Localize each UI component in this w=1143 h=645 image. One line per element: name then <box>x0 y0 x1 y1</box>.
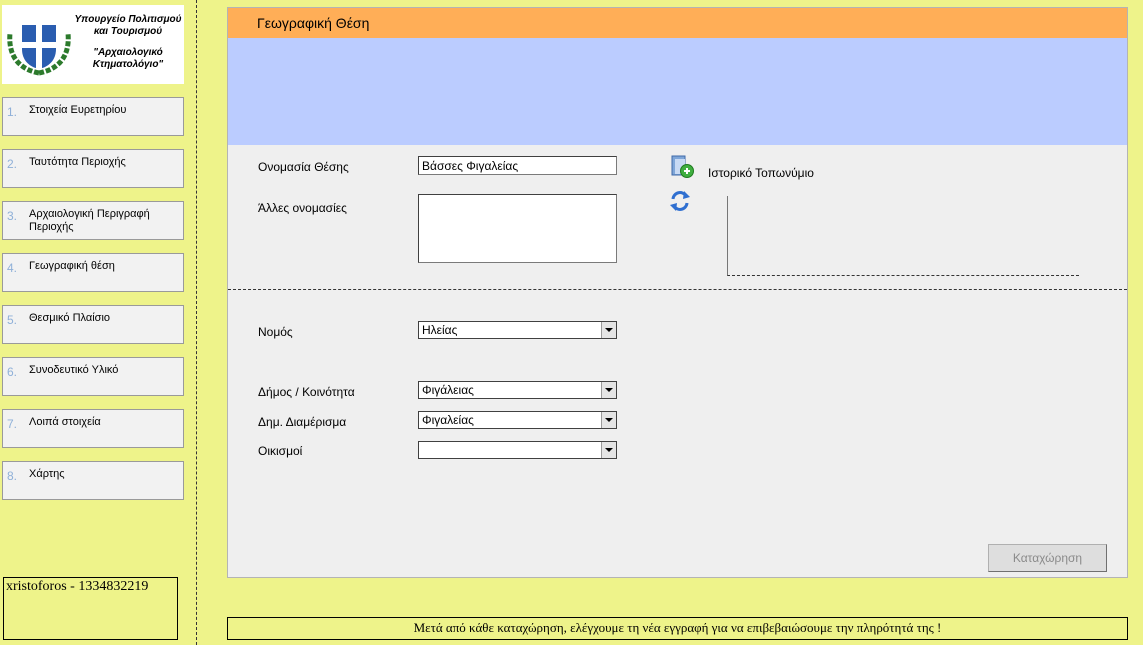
dropdown-arrow-icon[interactable] <box>601 382 616 398</box>
sidebar-item-number: 2. <box>7 157 18 171</box>
sidebar-item-label: Θεσμικό Πλαίσιο <box>29 312 111 324</box>
nomos-select-value: Ηλείας <box>422 323 458 337</box>
diamerisma-label: Δημ. Διαμέρισμα <box>258 415 347 429</box>
sidebar-item-5[interactable]: 5. Θεσμικό Πλαίσιο <box>2 305 184 344</box>
diamerisma-select-value: Φιγαλείας <box>422 413 474 427</box>
dimos-select-value: Φιγάλειας <box>422 383 474 397</box>
dropdown-arrow-icon[interactable] <box>601 442 616 458</box>
historic-toponym-label: Ιστορικό Τοπωνύμιο <box>708 166 814 180</box>
dropdown-arrow-icon[interactable] <box>601 412 616 428</box>
nomos-select[interactable]: Ηλείας <box>418 321 617 339</box>
sidebar-item-7[interactable]: 7. Λοιπά στοιχεία <box>2 409 184 448</box>
dropdown-arrow-icon[interactable] <box>601 322 616 338</box>
sidebar-item-number: 4. <box>7 261 18 275</box>
dimos-select[interactable]: Φιγάλειας <box>418 381 617 399</box>
oikismoi-label: Οικισμοί <box>258 444 303 458</box>
other-names-label: Άλλες ονομασίες <box>258 201 347 215</box>
oikismoi-select[interactable] <box>418 441 617 459</box>
other-names-field[interactable] <box>418 194 617 263</box>
historic-toponym-list <box>727 196 1079 276</box>
submit-button[interactable]: Καταχώρηση <box>988 544 1107 572</box>
sidebar-item-number: 8. <box>7 469 18 483</box>
name-label: Ονομασία Θέσης <box>258 160 349 174</box>
name-field[interactable] <box>418 156 617 175</box>
sidebar-item-number: 7. <box>7 417 18 431</box>
logo-line-4: Κτηματολόγιο" <box>92 59 164 70</box>
panel-title: Γεωγραφική Θέση <box>228 8 1127 38</box>
sidebar-item-label: Συνοδευτικό Υλικό <box>29 364 119 376</box>
diamerisma-select[interactable]: Φιγαλείας <box>418 411 617 429</box>
sidebar-item-number: 3. <box>7 209 18 223</box>
sidebar-item-number: 5. <box>7 313 18 327</box>
sidebar-item-6[interactable]: 6. Συνοδευτικό Υλικό <box>2 357 184 396</box>
sidebar-item-3[interactable]: 3. Αρχαιολογική Περιγραφή Περιοχής <box>2 201 184 240</box>
sidebar-item-label: Χάρτης <box>29 468 65 480</box>
sidebar-divider <box>196 0 197 645</box>
sidebar-item-number: 6. <box>7 365 18 379</box>
sidebar-item-label: Ταυτότητα Περιοχής <box>29 156 126 168</box>
sidebar-item-label: Γεωγραφική θέση <box>29 260 115 272</box>
sidebar-item-1[interactable]: 1. Στοιχεία Ευρετηρίου <box>2 97 184 136</box>
sidebar-item-number: 1. <box>7 105 18 119</box>
sidebar-item-8[interactable]: 8. Χάρτης <box>2 461 184 500</box>
sidebar-item-4[interactable]: 4. Γεωγραφική θέση <box>2 253 184 292</box>
sidebar-item-2[interactable]: 2. Ταυτότητα Περιοχής <box>2 149 184 188</box>
refresh-icon[interactable] <box>669 189 691 213</box>
user-session-info: xristoforos - 1334832219 <box>3 577 178 640</box>
emblem-logo <box>7 25 71 76</box>
footer-message: Μετά από κάθε καταχώρηση, ελέγχουμε τη ν… <box>227 617 1128 640</box>
nomos-label: Νομός <box>258 325 293 339</box>
logo-line-3: "Αρχαιολογικό <box>93 47 163 58</box>
section-divider <box>228 289 1127 290</box>
logo-line-1: Υπουργείο Πολιτισμού <box>74 14 182 25</box>
main-panel: Γεωγραφική Θέση Ονομασία Θέσης Άλλες ονο… <box>227 7 1128 578</box>
dimos-label: Δήμος / Κοινότητα <box>258 385 355 399</box>
sidebar-item-label: Λοιπά στοιχεία <box>29 416 101 428</box>
ministry-logo: Υπουργείο Πολιτισμού και Τουρισμού "Αρχα… <box>2 5 184 84</box>
add-document-icon[interactable] <box>669 155 697 181</box>
info-band <box>228 38 1127 145</box>
logo-line-2: και Τουρισμού <box>93 26 163 37</box>
sidebar-item-label: Στοιχεία Ευρετηρίου <box>29 104 127 116</box>
sidebar-item-label: Αρχαιολογική Περιγραφή Περιοχής <box>29 208 150 233</box>
